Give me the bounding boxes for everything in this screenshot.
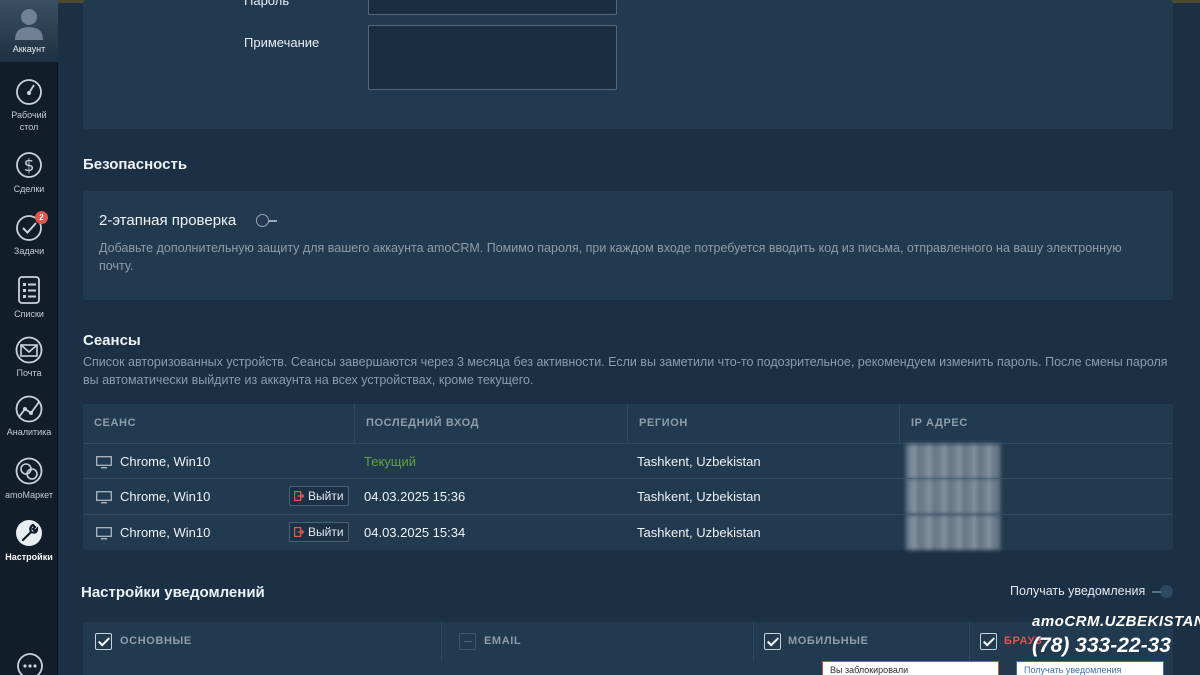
sidebar-item-label: Сделки [13, 184, 45, 194]
sidebar-item-label: Почта [16, 368, 42, 378]
sidebar-item-tasks[interactable]: 2 Задачи [0, 211, 58, 257]
receive-notifications-toggle[interactable] [1151, 585, 1173, 599]
session-last-login: 04.03.2025 15:36 [364, 489, 466, 504]
logout-label: Выйти [308, 525, 344, 539]
market-icon [15, 457, 43, 485]
logout-session-button[interactable]: Выйти [289, 486, 349, 506]
sessions-table: СЕАНС ПОСЛЕДНИЙ ВХОД РЕГИОН IP АДРЕС Chr… [83, 404, 1173, 550]
session-ip-redacted [906, 515, 1000, 550]
popup-text: Вы заблокировали [830, 665, 909, 675]
session-last-login: Текущий [364, 454, 416, 469]
sessions-title: Сеансы [83, 332, 141, 349]
sidebar-item-label: Аккаунт [12, 44, 46, 54]
phone-watermark: (78) 333-22-33 [1032, 634, 1171, 657]
toggle-knob [1160, 585, 1173, 598]
table-row: Chrome, Win10 Выйти 04.03.2025 15:34 Tas… [83, 514, 1173, 550]
dollar-icon: $ [16, 152, 42, 178]
browser-checkbox[interactable] [980, 633, 997, 650]
column-header-region: РЕГИОН [628, 404, 900, 443]
logout-session-button[interactable]: Выйти [289, 522, 349, 542]
left-sidebar: Аккаунт Рабочий стол $ Сделки 2 Задачи С… [0, 0, 58, 675]
toggle-bar [1152, 591, 1161, 593]
password-label: Пароль [244, 0, 290, 8]
session-last-login: 04.03.2025 15:34 [364, 525, 466, 540]
table-row: Chrome, Win10 Выйти 04.03.2025 15:36 Tas… [83, 478, 1173, 514]
session-ip-redacted [906, 479, 1000, 514]
two-step-title: 2-этапная проверка [99, 212, 237, 229]
list-icon [18, 276, 40, 304]
sidebar-item-lists[interactable]: Списки [0, 275, 58, 320]
sidebar-item-account[interactable]: Аккаунт [0, 0, 58, 62]
note-textarea[interactable] [368, 25, 617, 90]
sidebar-item-analytics[interactable]: Аналитика [0, 395, 58, 438]
brand-watermark: amoCRM.UZBEKISTAN [1032, 613, 1200, 630]
sidebar-item-settings[interactable]: Настройки [0, 518, 58, 563]
logout-icon [294, 491, 304, 501]
column-header-mobile: МОБИЛЬНЫЕ [754, 622, 970, 661]
column-header-ip: IP АДРЕС [911, 417, 968, 429]
sidebar-item-label: Настройки [5, 552, 53, 562]
two-step-toggle[interactable] [256, 214, 278, 228]
user-avatar-icon [15, 9, 43, 40]
sidebar-item-mail[interactable]: Почта [0, 336, 58, 379]
email-checkbox[interactable] [459, 633, 476, 650]
wrench-icon [16, 520, 42, 546]
two-step-panel: 2-этапная проверка Добавьте дополнительн… [83, 191, 1173, 300]
note-label: Примечание [244, 35, 320, 50]
sidebar-item-deals[interactable]: $ Сделки [0, 150, 58, 195]
session-device: Chrome, Win10 [120, 489, 211, 504]
sidebar-item-label: Списки [14, 309, 44, 319]
session-region: Tashkent, Uzbekistan [637, 489, 761, 504]
table-row: Chrome, Win10 Текущий Tashkent, Uzbekist… [83, 443, 1173, 479]
security-title: Безопасность [83, 156, 188, 173]
chat-bubble-icon[interactable] [16, 652, 44, 675]
popup-text: Получать уведомления [1024, 665, 1122, 675]
sidebar-item-dashboard[interactable]: Рабочий стол [0, 78, 58, 133]
main-checkbox[interactable] [95, 633, 112, 650]
desktop-monitor-icon [96, 527, 112, 540]
column-header-email: EMAIL [442, 622, 754, 661]
sessions-description: Список авторизованных устройств. Сеансы … [83, 355, 1168, 387]
toggle-bar [268, 220, 277, 222]
desktop-monitor-icon [96, 456, 112, 469]
column-label: ОСНОВНЫЕ [120, 635, 192, 647]
session-device: Chrome, Win10 [120, 454, 211, 469]
column-label: EMAIL [484, 635, 522, 647]
sidebar-item-amomarket[interactable]: amoМаркет [0, 456, 58, 501]
session-ip-redacted [906, 444, 1000, 479]
session-device: Chrome, Win10 [120, 525, 211, 540]
tasks-count-badge: 2 [35, 211, 48, 224]
analytics-chart-icon [15, 395, 43, 423]
session-region: Tashkent, Uzbekistan [637, 525, 761, 540]
desktop-monitor-icon [96, 491, 112, 504]
svg-text:$: $ [24, 156, 35, 176]
logout-label: Выйти [308, 489, 344, 503]
password-input[interactable] [368, 0, 617, 15]
column-header-last-login: ПОСЛЕДНИЙ ВХОД [355, 404, 628, 443]
column-header-main: ОСНОВНЫЕ [83, 622, 442, 661]
mobile-checkbox[interactable] [764, 633, 781, 650]
two-step-description: Добавьте дополнительную защиту для вашег… [99, 241, 1122, 273]
sidebar-item-label: Задачи [13, 246, 45, 256]
sidebar-item-label: amoМаркет [5, 490, 53, 500]
column-label: МОБИЛЬНЫЕ [788, 635, 869, 647]
receive-notifications-popup-button[interactable]: Получать уведомления [1016, 661, 1164, 675]
sidebar-item-label: Рабочий стол [11, 110, 47, 132]
receive-notifications-label: Получать уведомления [1010, 584, 1146, 598]
notification-settings-table: ОСНОВНЫЕ EMAIL МОБИЛЬНЫЕ БРАУЗ [83, 622, 1173, 675]
logout-icon [294, 527, 304, 537]
sidebar-item-label: Аналитика [6, 427, 52, 437]
notifications-title: Настройки уведомлений [81, 584, 265, 601]
dashboard-gauge-icon [16, 79, 42, 105]
account-form-panel: Пароль Примечание [83, 0, 1173, 129]
blocked-notifications-popup: Вы заблокировали [822, 661, 999, 675]
column-header-session: СЕАНС [83, 404, 355, 443]
envelope-icon [15, 336, 43, 364]
session-region: Tashkent, Uzbekistan [637, 454, 761, 469]
